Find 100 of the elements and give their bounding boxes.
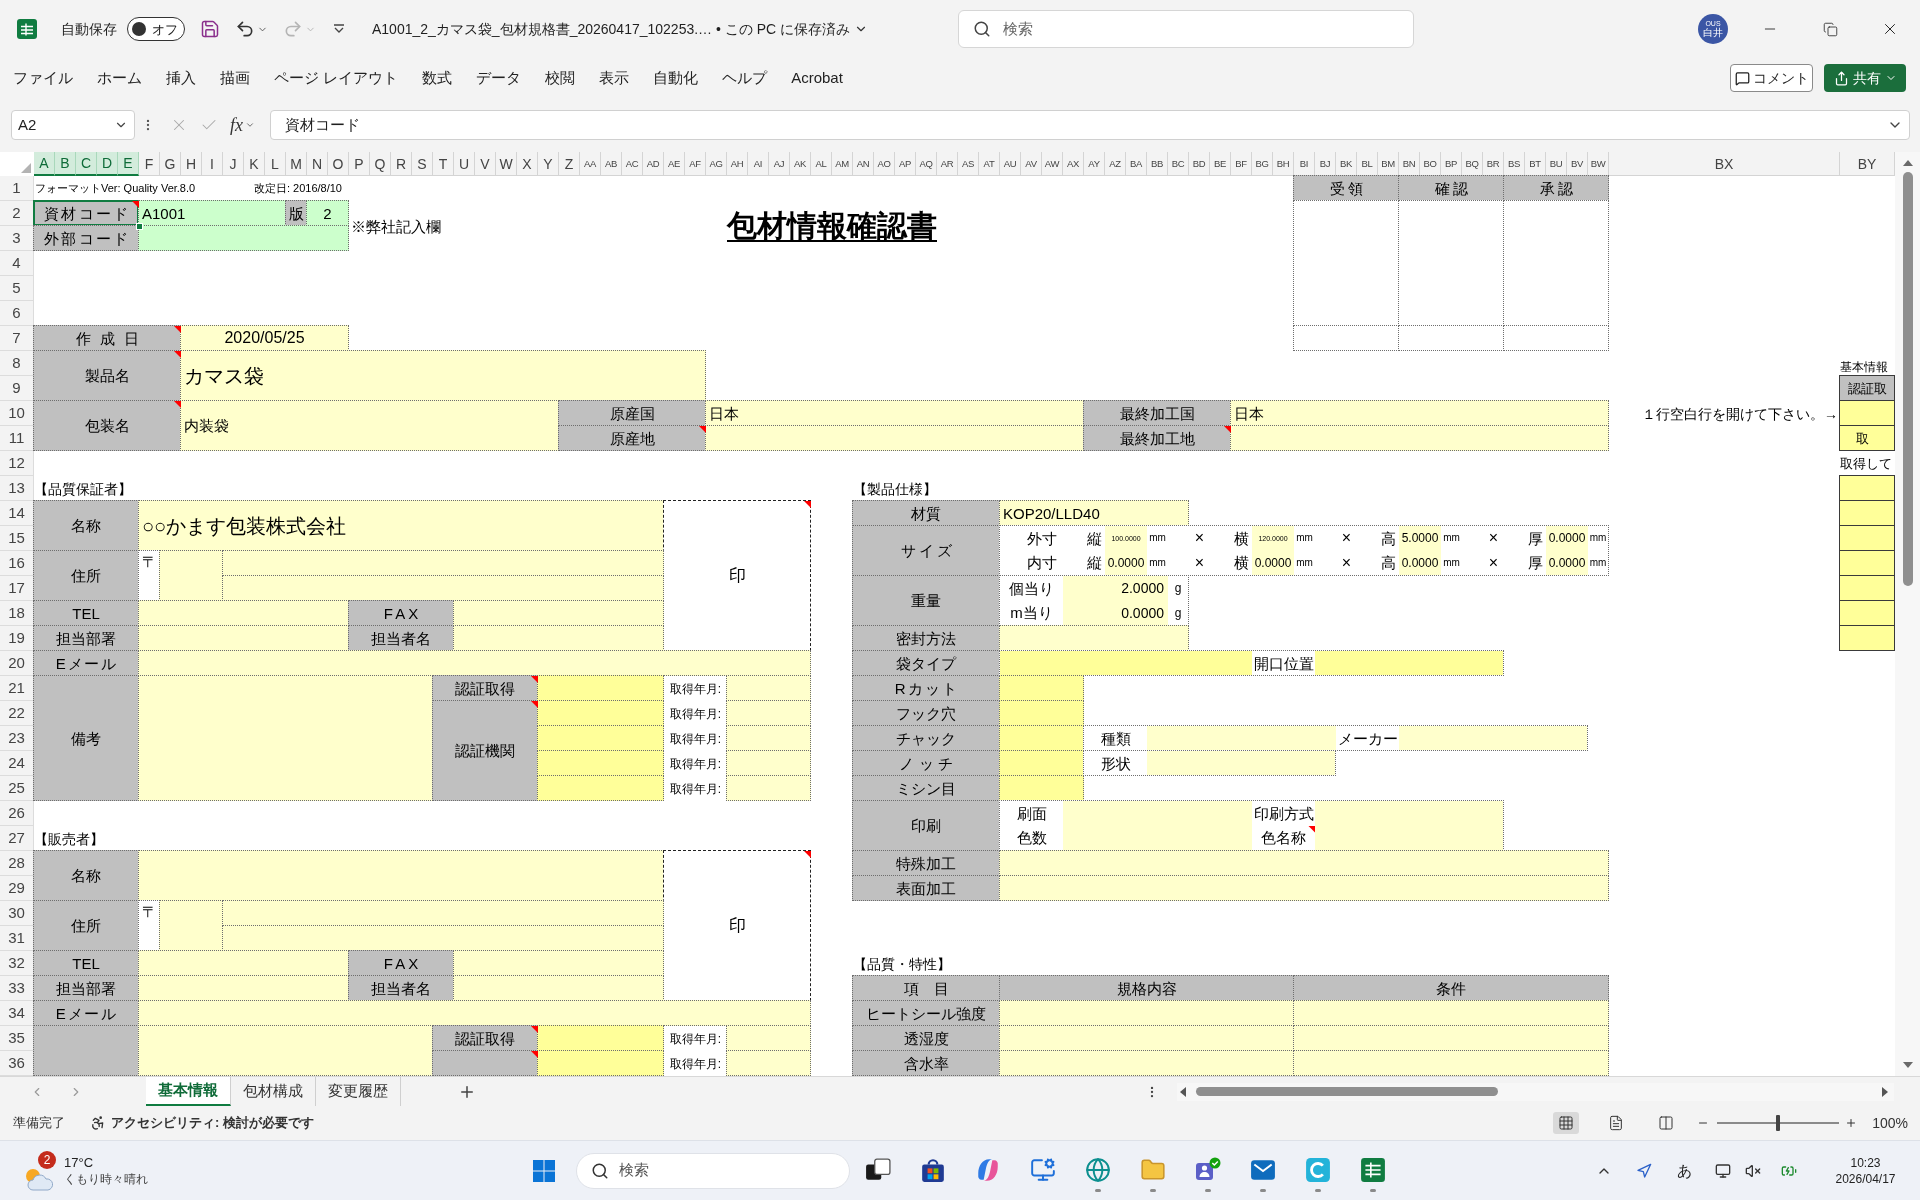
column-header[interactable]: AB	[601, 152, 622, 176]
row-header[interactable]: 9	[0, 376, 34, 401]
input-field[interactable]	[1315, 651, 1503, 675]
column-header[interactable]: I	[202, 152, 223, 176]
column-header[interactable]: BE	[1210, 152, 1231, 176]
input-field[interactable]	[537, 675, 664, 701]
globe-icon[interactable]	[1084, 1157, 1111, 1183]
ribbon-tab[interactable]: Acrobat	[779, 63, 855, 93]
input-field[interactable]	[138, 850, 664, 901]
input-field[interactable]	[159, 900, 223, 951]
date-field[interactable]	[1503, 325, 1609, 351]
column-header[interactable]: BM	[1378, 152, 1399, 176]
signature-field[interactable]	[1293, 200, 1399, 326]
input-field[interactable]	[1399, 726, 1587, 750]
row-header[interactable]: 30	[0, 901, 34, 926]
ribbon-tab[interactable]: 挿入	[154, 63, 208, 93]
scrollbar-thumb[interactable]	[1902, 172, 1913, 586]
restore-icon[interactable]	[1822, 21, 1838, 37]
row-header[interactable]: 23	[0, 726, 34, 751]
input-field[interactable]: KOP20/LLD40	[999, 500, 1189, 526]
caret-icon[interactable]	[333, 24, 345, 34]
row-header[interactable]: 6	[0, 301, 34, 326]
sheet-tab[interactable]: 基本情報	[146, 1077, 231, 1106]
column-header[interactable]: G	[160, 152, 181, 176]
ribbon-tab[interactable]: 自動化	[641, 63, 711, 93]
four-squares-icon[interactable]	[532, 1158, 556, 1183]
column-header[interactable]: BP	[1441, 152, 1462, 176]
input-field[interactable]	[453, 950, 664, 976]
undo-icon[interactable]	[235, 19, 255, 39]
row-header[interactable]: 17	[0, 576, 34, 601]
column-header[interactable]: M	[286, 152, 307, 176]
column-header[interactable]: AG	[706, 152, 727, 176]
row-header[interactable]: 16	[0, 551, 34, 576]
row-header[interactable]: 36	[0, 1051, 34, 1076]
input-field[interactable]	[999, 700, 1084, 726]
column-header[interactable]: BL	[1357, 152, 1378, 176]
accessibility-status[interactable]: アクセシビリティ: 検討が必要です	[111, 1113, 314, 1133]
column-header[interactable]: AP	[895, 152, 916, 176]
input-field[interactable]	[726, 675, 811, 701]
input-field[interactable]	[999, 625, 1189, 651]
input-field[interactable]	[138, 1000, 811, 1026]
ribbon-tab[interactable]: 数式	[410, 63, 465, 93]
input-field[interactable]: A1001	[138, 200, 286, 226]
input-field[interactable]: 0.0000	[1546, 550, 1588, 575]
row-header[interactable]: 20	[0, 651, 34, 676]
input-field[interactable]	[1147, 726, 1336, 750]
column-header[interactable]: AW	[1042, 152, 1063, 176]
seal-field[interactable]: 印	[663, 500, 811, 651]
column-header[interactable]: BO	[1420, 152, 1441, 176]
input-field[interactable]	[999, 850, 1609, 876]
input-field[interactable]	[1839, 475, 1895, 501]
ribbon-tab[interactable]: ヘルプ	[710, 63, 780, 93]
input-field[interactable]	[1293, 1025, 1609, 1051]
column-header[interactable]: AS	[958, 152, 979, 176]
autosave-toggle[interactable]: オフ	[127, 17, 185, 41]
input-field[interactable]	[537, 1050, 664, 1076]
input-field[interactable]: 0.0000	[1546, 526, 1588, 551]
input-field[interactable]	[999, 1050, 1294, 1076]
input-field[interactable]: 取	[1839, 425, 1895, 451]
monitor-icon[interactable]	[1715, 1162, 1731, 1179]
column-header[interactable]: AN	[853, 152, 874, 176]
column-header[interactable]: BB	[1147, 152, 1168, 176]
row-header[interactable]: 10	[0, 401, 34, 426]
input-field[interactable]: 2020/05/25	[180, 325, 349, 351]
input-field[interactable]	[1315, 801, 1503, 826]
column-header[interactable]: AC	[622, 152, 643, 176]
scroll-left-icon[interactable]	[1180, 1086, 1186, 1097]
spreadsheet-icon[interactable]	[17, 19, 37, 39]
row-header[interactable]: 21	[0, 676, 34, 701]
spreadsheet-icon[interactable]	[1359, 1157, 1386, 1183]
clock-time[interactable]: 10:23	[1850, 1156, 1881, 1169]
column-header[interactable]: Q	[370, 152, 391, 176]
formula-input[interactable]: 資材コード	[270, 110, 1910, 140]
column-header[interactable]: BQ	[1462, 152, 1483, 176]
clock-date[interactable]: 2026/04/17	[1835, 1172, 1896, 1185]
column-header[interactable]: X	[517, 152, 538, 176]
column-header[interactable]: AQ	[916, 152, 937, 176]
ribbon-tab[interactable]: ホーム	[85, 63, 154, 93]
postal-code-field[interactable]: 〒	[138, 900, 160, 951]
column-header[interactable]: AZ	[1105, 152, 1126, 176]
input-field[interactable]	[138, 600, 349, 626]
row-header[interactable]: 34	[0, 1001, 34, 1026]
input-field[interactable]	[537, 775, 664, 801]
input-field[interactable]	[537, 1025, 664, 1051]
column-header[interactable]: AM	[832, 152, 853, 176]
comment-button[interactable]: コメント	[1730, 64, 1813, 92]
postal-code-field[interactable]: 〒	[138, 550, 160, 601]
input-field[interactable]	[1293, 1050, 1609, 1076]
row-header[interactable]: 31	[0, 926, 34, 951]
input-field[interactable]	[222, 900, 664, 926]
zoom-in-icon[interactable]	[1845, 1117, 1858, 1129]
input-field[interactable]	[138, 975, 349, 1001]
column-header[interactable]: AO	[874, 152, 895, 176]
name-box-field[interactable]: A2	[11, 110, 135, 140]
view-button[interactable]	[1553, 1112, 1580, 1134]
column-header[interactable]: Y	[538, 152, 559, 176]
column-header[interactable]: BS	[1504, 152, 1525, 176]
scroll-down-icon[interactable]	[1902, 1062, 1913, 1068]
row-header[interactable]: 7	[0, 326, 34, 351]
scroll-up-icon[interactable]	[1902, 160, 1913, 166]
